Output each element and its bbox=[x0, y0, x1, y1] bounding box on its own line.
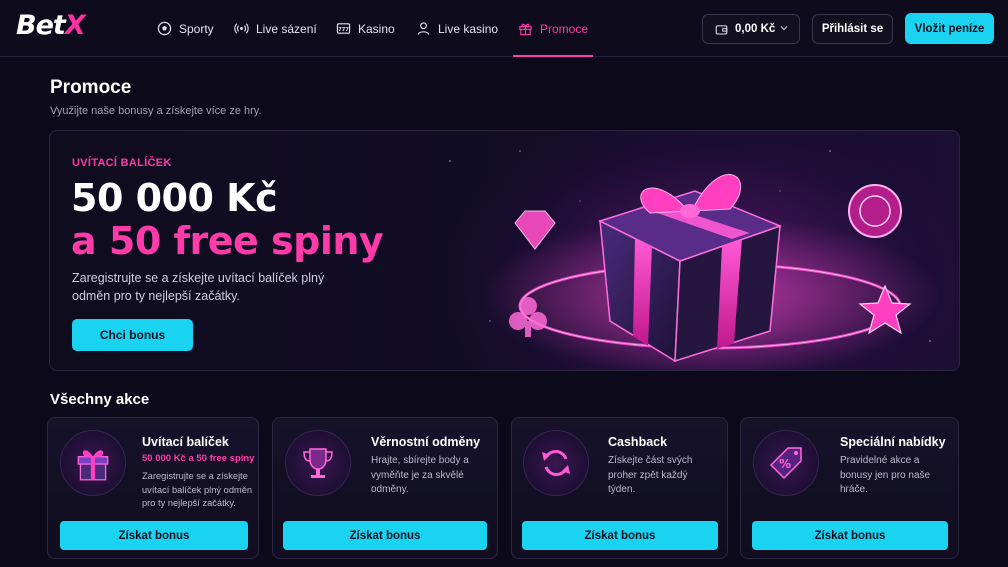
nav-item-live-kasino[interactable]: Live kasino bbox=[416, 0, 498, 57]
hero-cta-button[interactable]: Chci bonus bbox=[72, 319, 193, 351]
balance-value: 0,00 Kč bbox=[735, 23, 776, 35]
promo-card-special: % Speciální nabídky Pravidelné akce a bo… bbox=[740, 417, 959, 559]
card-title: Cashback bbox=[608, 435, 668, 449]
card-description: Hrajte, sbírejte body a vyměňte je za sk… bbox=[371, 455, 469, 495]
hero-description: Zaregistrujte se a získejte uvítací balí… bbox=[72, 271, 325, 303]
card-bonus-button[interactable]: Získat bonus bbox=[60, 521, 248, 550]
card-description: Zaregistrujte se a získejte uvítací balí… bbox=[142, 471, 253, 508]
page-subtitle: Využijte naše bonusy a získejte více ze … bbox=[50, 105, 262, 117]
slot-machine-icon: 777 bbox=[336, 23, 351, 34]
user-icon bbox=[417, 22, 430, 35]
card-bonus-button[interactable]: Získat bonus bbox=[752, 521, 948, 550]
trophy-icon bbox=[303, 448, 333, 478]
nav-item-kasino[interactable]: 777 Kasino bbox=[336, 0, 395, 57]
card-description: Získejte část svých proher zpět každý tý… bbox=[608, 455, 693, 495]
chevron-down-icon bbox=[780, 26, 788, 31]
card-icon-wrap bbox=[60, 430, 126, 496]
nav-item-live-sazeni[interactable]: Live sázení bbox=[234, 0, 317, 57]
hero-headline: 50 000 Kč bbox=[71, 176, 278, 220]
top-header: BetX Sporty Live sázení 777 Kasino Live … bbox=[0, 0, 1008, 57]
card-bonus-button[interactable]: Získat bonus bbox=[283, 521, 487, 550]
nav-label: Sporty bbox=[179, 21, 214, 36]
refresh-icon bbox=[542, 450, 570, 476]
section-title: Všechny akce bbox=[50, 391, 150, 408]
hero-kicker: UVÍTACÍ BALÍČEK bbox=[72, 157, 172, 169]
nav-label: Promoce bbox=[540, 21, 589, 36]
card-title: Věrnostní odměny bbox=[371, 435, 481, 449]
card-icon-wrap bbox=[523, 430, 589, 496]
nav-item-sporty[interactable]: Sporty bbox=[157, 0, 214, 57]
svg-text:%: % bbox=[779, 457, 791, 471]
nav-label: Live kasino bbox=[438, 21, 499, 36]
login-button[interactable]: Přihlásit se bbox=[812, 14, 893, 44]
hero-gift-illustration bbox=[449, 150, 940, 370]
balance-dropdown[interactable]: 0,00 Kč bbox=[702, 14, 800, 44]
gift-icon bbox=[77, 450, 109, 481]
card-icon-wrap: % bbox=[753, 430, 819, 496]
card-title: Speciální nabídky bbox=[840, 435, 946, 449]
promo-card-loyalty: Věrnostní odměny Hrajte, sbírejte body a… bbox=[272, 417, 498, 559]
broadcast-icon bbox=[234, 23, 249, 34]
svg-text:777: 777 bbox=[338, 27, 349, 33]
brand-name: Bet bbox=[16, 10, 66, 41]
percent-tag-icon: % bbox=[769, 447, 802, 480]
card-bonus-button[interactable]: Získat bonus bbox=[522, 521, 718, 550]
nav-label: Live sázení bbox=[256, 21, 317, 36]
promo-card-cashback: Cashback Získejte část svých proher zpět… bbox=[511, 417, 728, 559]
card-description: Pravidelné akce a bonusy jen pro naše hr… bbox=[840, 455, 931, 495]
wallet-icon bbox=[715, 24, 728, 34]
soccer-ball-icon bbox=[157, 21, 172, 36]
page-title: Promoce bbox=[50, 77, 132, 98]
card-subtitle: 50 000 Kč a 50 free spiny bbox=[142, 453, 255, 464]
hero-headline-accent: a 50 free spiny bbox=[71, 219, 384, 263]
nav-item-promoce[interactable]: Promoce bbox=[512, 0, 594, 57]
card-icon-wrap bbox=[285, 430, 351, 496]
hero-banner: UVÍTACÍ BALÍČEK 50 000 Kč a 50 free spin… bbox=[49, 130, 960, 371]
deposit-button[interactable]: Vložit peníze bbox=[905, 13, 994, 44]
nav-label: Kasino bbox=[358, 21, 395, 36]
card-title: Uvítací balíček bbox=[142, 435, 229, 449]
promo-card-welcome: Uvítací balíček 50 000 Kč a 50 free spin… bbox=[47, 417, 259, 559]
gift-icon bbox=[519, 23, 532, 36]
brand-logo[interactable]: BetX bbox=[16, 10, 86, 41]
brand-accent: X bbox=[64, 10, 86, 41]
